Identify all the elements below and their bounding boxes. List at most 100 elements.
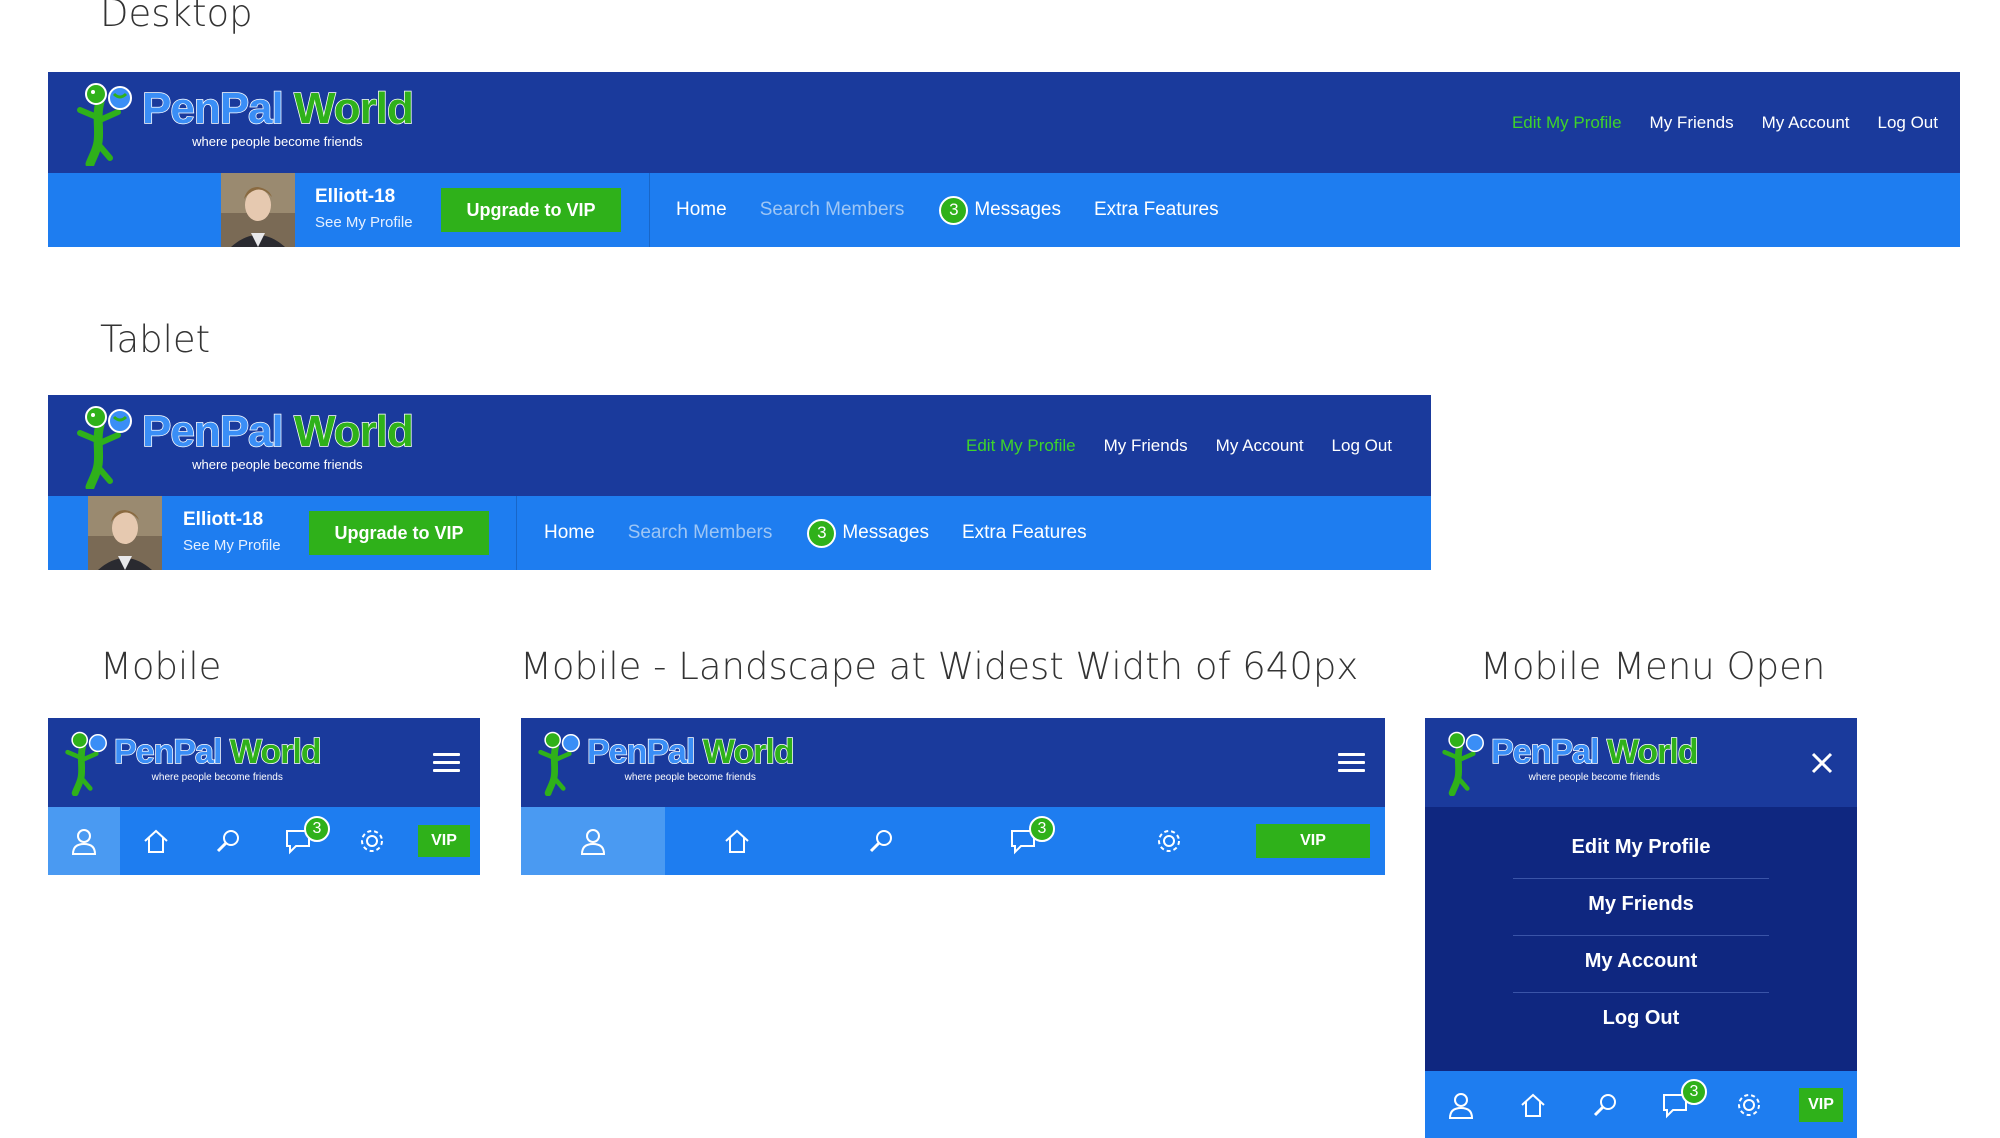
- search-icon: [216, 830, 239, 853]
- user-icon: [1448, 1092, 1474, 1119]
- nav-messages[interactable]: 3 Messages: [807, 518, 929, 548]
- nav-extra-features[interactable]: Extra Features: [1094, 199, 1219, 221]
- edit-my-profile-link[interactable]: Edit My Profile: [966, 436, 1076, 456]
- section-title-tablet: Tablet: [100, 318, 211, 361]
- messages-tab[interactable]: 3: [953, 807, 1097, 875]
- brand-tagline: where people become friends: [192, 134, 363, 149]
- home-icon: [1521, 1093, 1545, 1117]
- my-account-link[interactable]: My Account: [1216, 436, 1304, 456]
- sub-bar-divider: [516, 496, 517, 570]
- settings-tab[interactable]: [1713, 1071, 1785, 1138]
- tablet-top-links: Edit My Profile My Friends My Account Lo…: [966, 436, 1392, 456]
- gear-icon: [1158, 830, 1180, 852]
- nav-search-members[interactable]: Search Members: [760, 199, 905, 221]
- section-title-mobile-menu-open: Mobile Menu Open: [1480, 645, 1826, 688]
- brand-tagline: where people become friends: [192, 457, 363, 472]
- messages-count-badge: 3: [304, 816, 330, 842]
- close-menu-button[interactable]: [1810, 751, 1834, 775]
- log-out-link[interactable]: Log Out: [1332, 436, 1393, 456]
- menu-item-my-account[interactable]: My Account: [1513, 950, 1769, 973]
- profile-tab[interactable]: [521, 807, 665, 875]
- mobile-landscape-icon-bar: 3 VIP: [521, 807, 1385, 875]
- vip-button[interactable]: VIP: [418, 825, 470, 857]
- home-tab[interactable]: [665, 807, 809, 875]
- avatar[interactable]: [88, 496, 162, 570]
- log-out-link[interactable]: Log Out: [1878, 113, 1939, 133]
- messages-count-badge: 3: [807, 518, 837, 548]
- tablet-logo[interactable]: PenPal World where people become friends: [70, 403, 415, 489]
- settings-tab[interactable]: [1097, 807, 1241, 875]
- see-my-profile-link[interactable]: See My Profile: [315, 214, 413, 231]
- menu-separator: [1513, 878, 1769, 879]
- edit-my-profile-link[interactable]: Edit My Profile: [1512, 113, 1622, 133]
- nav-messages-label: Messages: [842, 522, 929, 543]
- mobile-icon-bar: 3 VIP: [48, 807, 480, 875]
- brand-tagline: where people become friends: [1528, 772, 1660, 783]
- menu-separator: [1513, 935, 1769, 936]
- mascot-logo-icon: [65, 731, 107, 796]
- profile-tab[interactable]: [48, 807, 120, 875]
- hamburger-menu-button[interactable]: [1338, 753, 1365, 772]
- avatar[interactable]: [221, 173, 295, 247]
- menu-separator: [1513, 992, 1769, 993]
- mobile-logo[interactable]: PenPal World where people become friends: [60, 728, 322, 796]
- nav-messages[interactable]: 3 Messages: [939, 195, 1061, 225]
- desktop-logo[interactable]: PenPal World where people become friends: [70, 80, 415, 166]
- brand-name: PenPal World: [141, 407, 414, 456]
- desktop-top-links: Edit My Profile My Friends My Account Lo…: [1512, 113, 1938, 133]
- vip-tab[interactable]: VIP: [408, 807, 480, 875]
- see-my-profile-link[interactable]: See My Profile: [183, 537, 281, 554]
- user-icon: [71, 829, 97, 855]
- nav-messages-label: Messages: [974, 199, 1061, 220]
- home-tab[interactable]: [1497, 1071, 1569, 1138]
- brand-name: PenPal World: [586, 733, 795, 771]
- nav-search-members[interactable]: Search Members: [628, 522, 773, 544]
- messages-tab[interactable]: 3: [1641, 1071, 1713, 1138]
- home-tab[interactable]: [120, 807, 192, 875]
- close-icon: [1811, 752, 1833, 774]
- brand-tagline: where people become friends: [624, 772, 756, 783]
- settings-tab[interactable]: [336, 807, 408, 875]
- section-title-mobile: Mobile: [100, 645, 222, 688]
- brand-tagline: where people become friends: [151, 772, 283, 783]
- brand-name: PenPal World: [141, 84, 414, 133]
- mascot-logo-icon: [1442, 731, 1484, 796]
- search-tab[interactable]: [809, 807, 953, 875]
- user-name[interactable]: Elliott-18: [315, 186, 395, 208]
- mobile-menu-logo[interactable]: PenPal World where people become friends: [1437, 728, 1699, 796]
- home-icon: [725, 829, 749, 853]
- search-tab[interactable]: [192, 807, 264, 875]
- my-friends-link[interactable]: My Friends: [1104, 436, 1188, 456]
- menu-item-my-friends[interactable]: My Friends: [1513, 893, 1769, 916]
- messages-count-badge: 3: [939, 195, 969, 225]
- desktop-main-nav: Home Search Members 3 Messages Extra Fea…: [676, 190, 1219, 230]
- hamburger-menu-button[interactable]: [433, 753, 460, 772]
- vip-button[interactable]: VIP: [1256, 824, 1370, 858]
- menu-item-log-out[interactable]: Log Out: [1513, 1007, 1769, 1030]
- messages-count-badge: 3: [1029, 816, 1055, 842]
- my-account-link[interactable]: My Account: [1762, 113, 1850, 133]
- nav-home[interactable]: Home: [676, 199, 727, 221]
- mobile-landscape-logo[interactable]: PenPal World where people become friends: [533, 728, 795, 796]
- search-icon: [1593, 1093, 1616, 1116]
- search-tab[interactable]: [1569, 1071, 1641, 1138]
- upgrade-to-vip-button[interactable]: Upgrade to VIP: [441, 188, 621, 232]
- messages-tab[interactable]: 3: [264, 807, 336, 875]
- vip-tab[interactable]: VIP: [1241, 807, 1385, 875]
- home-icon: [144, 829, 168, 853]
- brand-name: PenPal World: [113, 733, 322, 771]
- nav-home[interactable]: Home: [544, 522, 595, 544]
- vip-tab[interactable]: VIP: [1785, 1071, 1857, 1138]
- user-name[interactable]: Elliott-18: [183, 509, 263, 531]
- mascot-logo-icon: [538, 731, 580, 796]
- vip-button[interactable]: VIP: [1799, 1087, 1843, 1122]
- mascot-logo-icon: [77, 83, 132, 166]
- upgrade-to-vip-button[interactable]: Upgrade to VIP: [309, 511, 489, 555]
- nav-extra-features[interactable]: Extra Features: [962, 522, 1087, 544]
- gear-icon: [1738, 1093, 1760, 1116]
- sub-bar-divider: [649, 173, 650, 247]
- profile-tab[interactable]: [1425, 1071, 1497, 1138]
- menu-item-edit-my-profile[interactable]: Edit My Profile: [1513, 836, 1769, 859]
- section-title-desktop: Desktop: [100, 0, 253, 35]
- my-friends-link[interactable]: My Friends: [1650, 113, 1734, 133]
